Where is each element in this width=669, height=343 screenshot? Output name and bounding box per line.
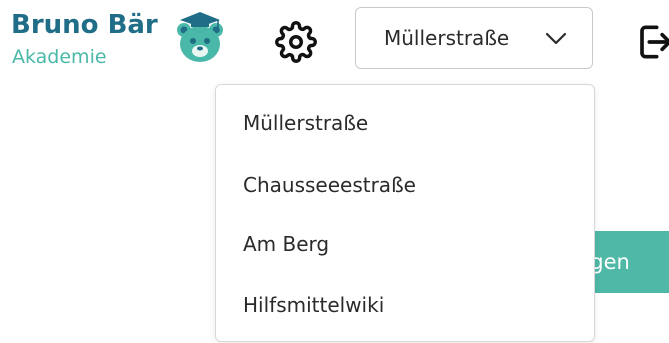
brand-logo[interactable]: Bruno Bär Akademie (11, 10, 226, 72)
dropdown-item-label: Am Berg (243, 232, 330, 256)
logo-title: Bruno Bär (11, 10, 158, 40)
dropdown-item-hilfsmittelwiki[interactable]: Hilfsmittelwiki (216, 276, 594, 334)
gear-icon (275, 21, 317, 63)
location-select-value: Müllerstraße (384, 26, 510, 50)
logout-button[interactable] (631, 20, 669, 64)
dropdown-item-chausseeestrasse[interactable]: Chausseeestraße (216, 156, 594, 214)
bear-mascot-icon (177, 12, 223, 62)
dropdown-item-label: Hilfsmittelwiki (243, 293, 385, 317)
dropdown-item-am-berg[interactable]: Am Berg (216, 215, 594, 273)
dropdown-item-label: Chausseeestraße (243, 173, 416, 197)
logo-subtitle: Akademie (12, 46, 107, 68)
logout-icon (640, 25, 669, 59)
location-select[interactable]: Müllerstraße (355, 7, 593, 69)
chevron-down-icon (545, 32, 567, 45)
dropdown-item-label: Müllerstraße (243, 111, 369, 135)
dropdown-item-muellerstrasse[interactable]: Müllerstraße (216, 94, 594, 152)
location-dropdown-menu: Müllerstraße Chausseeestraße Am Berg Hil… (215, 84, 595, 342)
settings-button[interactable] (274, 20, 318, 64)
